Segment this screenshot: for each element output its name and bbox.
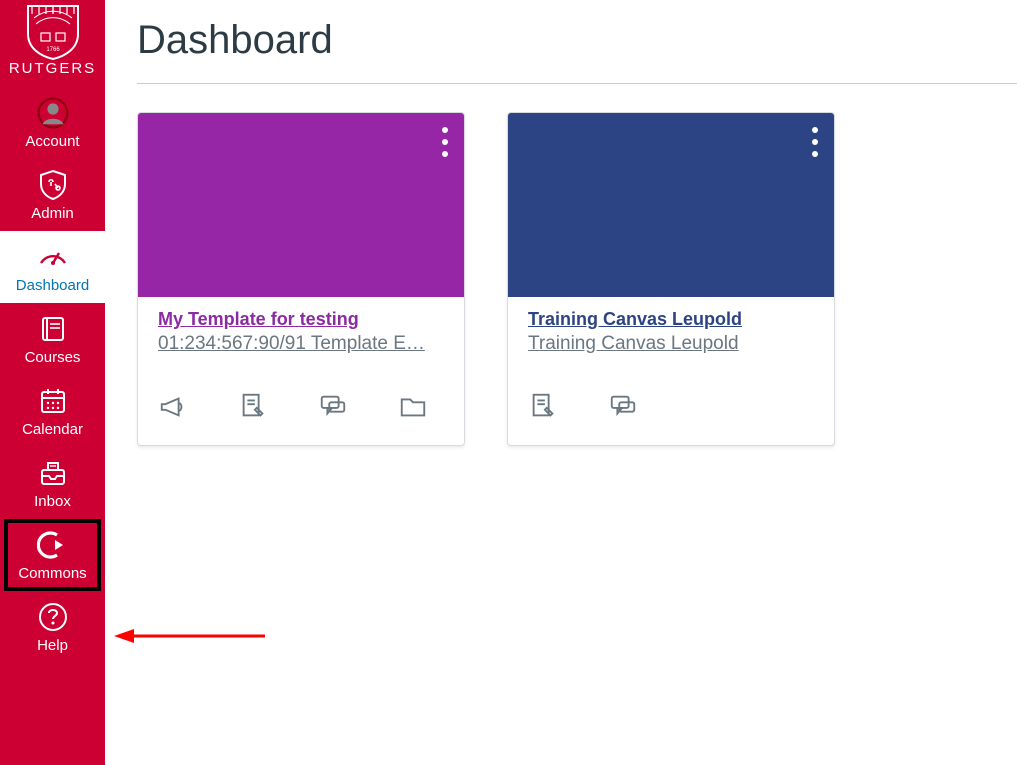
card-hero [138,113,464,297]
nav-calendar[interactable]: Calendar [0,375,105,447]
nav-courses[interactable]: Courses [0,303,105,375]
course-subtitle: 01:234:567:90/91 Template E… [158,333,444,355]
nav-label: Admin [31,205,74,222]
card-body: Training Canvas Leupold Training Canvas … [508,297,834,355]
card-actions [508,355,834,421]
course-card[interactable]: Training Canvas Leupold Training Canvas … [507,112,835,446]
main-content: Dashboard My Template for testing 01:234… [105,0,1017,765]
nav-label: Calendar [22,421,83,438]
global-nav: 1766 RUTGERS Account Admin [0,0,105,765]
help-icon [37,601,69,633]
course-subtitle: Training Canvas Leupold [528,333,814,355]
nav-admin[interactable]: Admin [0,159,105,231]
svg-text:1766: 1766 [46,47,60,53]
brand-logo[interactable]: 1766 RUTGERS [9,0,96,87]
course-cards: My Template for testing 01:234:567:90/91… [137,112,1017,446]
assignments-icon[interactable] [238,391,268,421]
announcements-icon[interactable] [158,391,188,421]
course-title-link[interactable]: Training Canvas Leupold [528,309,742,330]
account-icon [37,97,69,129]
card-menu-icon[interactable] [812,127,818,157]
inbox-icon [37,457,69,489]
divider [137,83,1017,84]
nav-label: Account [25,133,79,150]
files-icon[interactable] [398,391,428,421]
brand-name: RUTGERS [9,60,96,77]
nav-label: Dashboard [16,277,89,294]
course-title-link[interactable]: My Template for testing [158,309,359,330]
card-actions [138,355,464,421]
nav-account[interactable]: Account [0,87,105,159]
page-title: Dashboard [137,18,1017,63]
nav-label: Help [37,637,68,654]
nav-inbox[interactable]: Inbox [0,447,105,519]
calendar-icon [37,385,69,417]
dashboard-icon [37,241,69,273]
course-card[interactable]: My Template for testing 01:234:567:90/91… [137,112,465,446]
card-hero [508,113,834,297]
admin-icon [37,169,69,201]
card-menu-icon[interactable] [442,127,448,157]
nav-label: Inbox [34,493,71,510]
nav-dashboard[interactable]: Dashboard [0,231,105,303]
courses-icon [37,313,69,345]
nav-help[interactable]: Help [0,591,105,663]
discussions-icon[interactable] [318,391,348,421]
assignments-icon[interactable] [528,391,558,421]
nav-label: Commons [18,565,86,582]
nav-label: Courses [25,349,81,366]
card-body: My Template for testing 01:234:567:90/91… [138,297,464,355]
discussions-icon[interactable] [608,391,638,421]
nav-commons[interactable]: Commons [0,519,105,591]
rutgers-shield-icon: 1766 [26,4,80,60]
commons-icon [37,529,69,561]
